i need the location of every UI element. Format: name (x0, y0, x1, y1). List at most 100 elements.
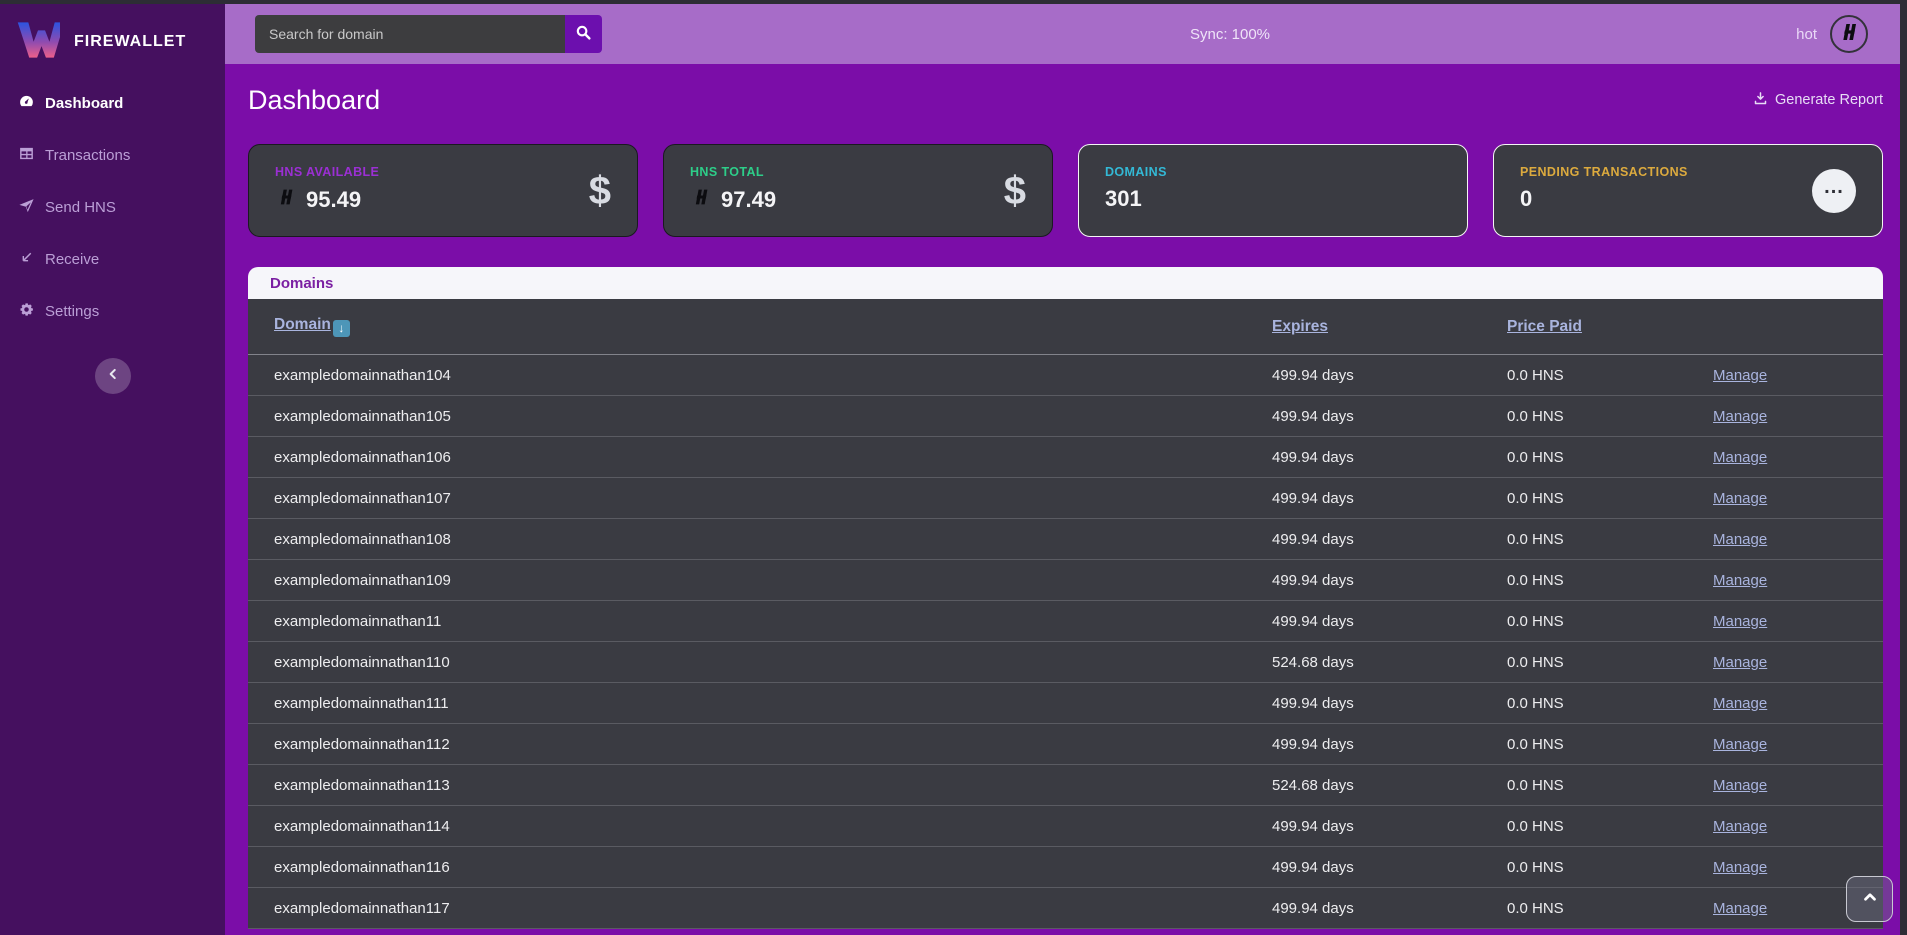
price-cell: 0.0 HNS (1507, 900, 1713, 917)
stat-label: HNS TOTAL (690, 165, 1028, 179)
stat-cards: HNS AVAILABLE 95.49 $ HNS TOTAL (248, 144, 1883, 237)
expires-cell: 499.94 days (1272, 900, 1507, 917)
price-cell: 0.0 HNS (1507, 695, 1713, 712)
price-cell: 0.0 HNS (1507, 736, 1713, 753)
sidebar-item-label: Transactions (45, 147, 130, 164)
manage-link[interactable]: Manage (1713, 613, 1767, 630)
expires-cell: 499.94 days (1272, 736, 1507, 753)
expires-cell: 524.68 days (1272, 777, 1507, 794)
sidebar-item-send-hns[interactable]: Send HNS (0, 181, 225, 233)
stat-value: 301 (1105, 186, 1142, 212)
manage-link[interactable]: Manage (1713, 572, 1767, 589)
manage-link[interactable]: Manage (1713, 449, 1767, 466)
stat-card-domains: DOMAINS 301 (1078, 144, 1468, 237)
expires-cell: 499.94 days (1272, 408, 1507, 425)
price-cell: 0.0 HNS (1507, 449, 1713, 466)
stat-label: DOMAINS (1105, 165, 1443, 179)
domain-cell: exampledomainnathan110 (274, 654, 1272, 671)
sidebar-item-dashboard[interactable]: Dashboard (0, 77, 225, 129)
manage-link[interactable]: Manage (1713, 695, 1767, 712)
table-row: exampledomainnathan111 499.94 days 0.0 H… (248, 683, 1883, 724)
sidebar-item-settings[interactable]: Settings (0, 285, 225, 337)
search-button[interactable] (565, 15, 602, 53)
domain-cell: exampledomainnathan117 (274, 900, 1272, 917)
sidebar-item-transactions[interactable]: Transactions (0, 129, 225, 181)
price-cell: 0.0 HNS (1507, 613, 1713, 630)
firewallet-logo-icon (16, 20, 60, 65)
sort-by-price-link[interactable]: Price Paid (1507, 318, 1582, 335)
stat-label: HNS AVAILABLE (275, 165, 613, 179)
table-row: exampledomainnathan113 524.68 days 0.0 H… (248, 765, 1883, 806)
sidebar-menu: Dashboard Transactions Send HNS (0, 77, 225, 337)
domain-cell: exampledomainnathan109 (274, 572, 1272, 589)
gauge-icon (18, 93, 35, 114)
brand: FIREWALLET (0, 4, 225, 68)
sync-status: Sync: 100% (1190, 26, 1270, 43)
manage-link[interactable]: Manage (1713, 367, 1767, 384)
domain-search (255, 15, 602, 53)
arrow-down-left-icon (18, 249, 35, 270)
price-cell: 0.0 HNS (1507, 818, 1713, 835)
expires-cell: 499.94 days (1272, 490, 1507, 507)
sidebar-item-label: Dashboard (45, 95, 123, 112)
table-row: exampledomainnathan117 499.94 days 0.0 H… (248, 888, 1883, 929)
chevron-left-icon (106, 367, 120, 386)
manage-link[interactable]: Manage (1713, 777, 1767, 794)
scroll-to-top-button[interactable] (1846, 876, 1893, 922)
stat-label: PENDING TRANSACTIONS (1520, 165, 1858, 179)
price-cell: 0.0 HNS (1507, 859, 1713, 876)
sidebar-collapse-button[interactable] (95, 358, 131, 394)
manage-link[interactable]: Manage (1713, 736, 1767, 753)
price-cell: 0.0 HNS (1507, 490, 1713, 507)
manage-link[interactable]: Manage (1713, 859, 1767, 876)
sidebar-item-receive[interactable]: Receive (0, 233, 225, 285)
handshake-icon (690, 186, 712, 213)
domains-panel-title: Domains (270, 275, 333, 292)
scrollbar-track (1900, 0, 1907, 935)
domain-cell: exampledomainnathan106 (274, 449, 1272, 466)
domain-cell: exampledomainnathan105 (274, 408, 1272, 425)
domains-table: Domain↓ Expires Price Paid exampledomain… (248, 299, 1883, 929)
domain-cell: exampledomainnathan111 (274, 695, 1272, 712)
expires-cell: 499.94 days (1272, 859, 1507, 876)
stat-card-hns-available: HNS AVAILABLE 95.49 $ (248, 144, 638, 237)
expires-cell: 499.94 days (1272, 613, 1507, 630)
gear-icon (18, 301, 35, 322)
table-row: exampledomainnathan116 499.94 days 0.0 H… (248, 847, 1883, 888)
manage-link[interactable]: Manage (1713, 490, 1767, 507)
expires-cell: 499.94 days (1272, 695, 1507, 712)
domain-cell: exampledomainnathan113 (274, 777, 1272, 794)
brand-title: FIREWALLET (74, 33, 186, 51)
table-row: exampledomainnathan107 499.94 days 0.0 H… (248, 478, 1883, 519)
manage-link[interactable]: Manage (1713, 900, 1767, 917)
expires-cell: 499.94 days (1272, 572, 1507, 589)
domains-table-header: Domain↓ Expires Price Paid (248, 299, 1883, 355)
domain-cell: exampledomainnathan108 (274, 531, 1272, 548)
pending-transactions-menu-button[interactable]: ... (1812, 169, 1856, 213)
search-input[interactable] (255, 15, 565, 53)
stat-value: 95.49 (306, 187, 361, 213)
price-cell: 0.0 HNS (1507, 408, 1713, 425)
table-row: exampledomainnathan114 499.94 days 0.0 H… (248, 806, 1883, 847)
expires-cell: 499.94 days (1272, 367, 1507, 384)
domain-cell: exampledomainnathan116 (274, 859, 1272, 876)
window-top-edge (0, 0, 1907, 4)
handshake-icon (275, 186, 297, 213)
manage-link[interactable]: Manage (1713, 531, 1767, 548)
manage-link[interactable]: Manage (1713, 818, 1767, 835)
expires-cell: 499.94 days (1272, 818, 1507, 835)
sort-by-domain-link[interactable]: Domain (274, 316, 331, 333)
sort-by-expires-link[interactable]: Expires (1272, 318, 1328, 335)
dollar-icon: $ (1004, 169, 1026, 213)
topbar: Sync: 100% hot (225, 4, 1900, 64)
sidebar-item-label: Receive (45, 251, 99, 268)
generate-report-link[interactable]: Generate Report (1753, 91, 1883, 110)
handshake-icon (1837, 20, 1861, 49)
wallet-menu-button[interactable] (1830, 15, 1868, 53)
price-cell: 0.0 HNS (1507, 777, 1713, 794)
domain-cell: exampledomainnathan112 (274, 736, 1272, 753)
stat-value: 97.49 (721, 187, 776, 213)
stat-card-hns-total: HNS TOTAL 97.49 $ (663, 144, 1053, 237)
manage-link[interactable]: Manage (1713, 654, 1767, 671)
manage-link[interactable]: Manage (1713, 408, 1767, 425)
